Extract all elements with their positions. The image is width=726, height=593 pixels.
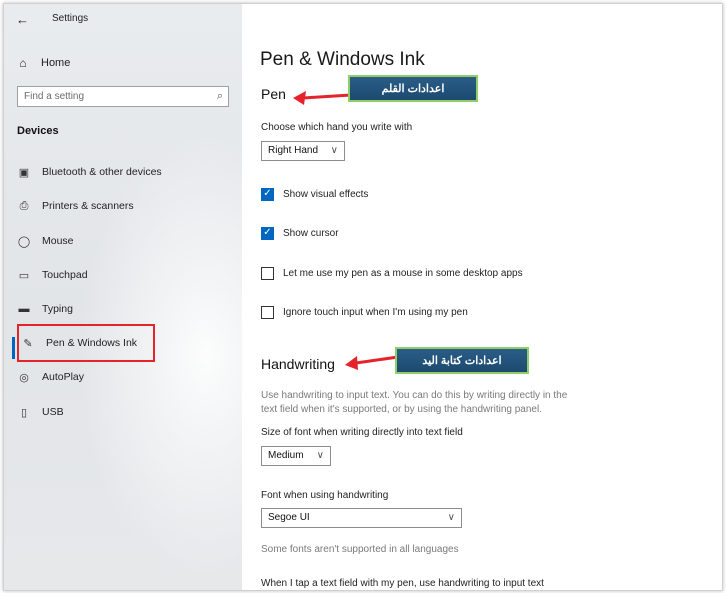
sidebar-item-label: AutoPlay [42,371,85,383]
search-input[interactable]: Find a setting ⌕ [17,86,229,107]
sidebar-item-bluetooth[interactable]: ▣ Bluetooth & other devices [16,161,162,183]
touchpad-icon: ▭ [18,269,30,282]
chevron-down-icon: ∨ [330,145,338,156]
page-title: Pen & Windows Ink [260,49,425,70]
handwriting-arrow-icon [345,355,399,370]
app-title: Settings [52,13,89,24]
settings-window: ← Settings ⌂ Home Find a setting ⌕ Devic… [3,3,723,591]
handwriting-callout: اعدادات كتابة اليد [395,347,529,374]
autoplay-icon: ◎ [19,371,29,384]
ignore-touch-option[interactable]: Ignore touch input when I'm using my pen [261,304,468,320]
printer-icon: ⎙ [19,199,29,212]
hand-dropdown[interactable]: Right Hand ∨ [261,141,345,161]
pen-callout: اعدادات القلم [348,75,478,102]
option-label: Let me use my pen as a mouse in some des… [283,267,523,279]
sidebar: ← Settings ⌂ Home Find a setting ⌕ Devic… [4,4,242,590]
selected-indicator [12,337,15,359]
highlight-box [17,324,155,362]
sidebar-item-label: Touchpad [42,269,88,281]
font-size-label: Size of font when writing directly into … [261,427,463,438]
show-cursor-option[interactable]: ✓ Show cursor [261,225,339,241]
title-bar: ← Settings [4,4,242,34]
font-value: Segoe UI [268,512,310,523]
sidebar-item-label: Typing [42,303,73,315]
show-visual-effects-option[interactable]: ✓ Show visual effects [261,186,368,202]
back-arrow-icon[interactable]: ← [16,12,29,27]
checkbox-unchecked[interactable] [261,305,274,319]
tap-handwriting-label: When I tap a text field with my pen, use… [261,578,544,589]
main-content: Pen & Windows Ink Pen اعدادات القلم Choo… [243,4,722,590]
font-size-value: Medium [268,450,304,461]
bluetooth-devices-icon: ▣ [18,166,30,179]
pen-as-mouse-option[interactable]: Let me use my pen as a mouse in some des… [261,265,523,281]
option-label: Show cursor [283,227,339,239]
sidebar-item-autoplay[interactable]: ◎ AutoPlay [16,366,84,388]
section-title: Devices [17,125,59,137]
font-label: Font when using handwriting [261,490,389,501]
sidebar-item-mouse[interactable]: ◯ Mouse [16,230,74,252]
sidebar-item-label: Mouse [42,235,74,247]
keyboard-icon: ▬ [18,303,30,315]
pen-arrow-icon [293,91,352,105]
pen-heading: Pen [261,86,286,102]
font-size-dropdown[interactable]: Medium ∨ [261,446,331,466]
checkbox-unchecked[interactable] [261,266,274,280]
nav-home[interactable]: ⌂ Home [16,53,70,73]
sidebar-item-typing[interactable]: ▬ Typing [16,298,73,320]
chevron-down-icon: ∨ [447,512,455,523]
search-icon[interactable]: ⌕ [217,87,223,106]
sidebar-item-label: Printers & scanners [42,200,134,212]
sidebar-item-printers[interactable]: ⎙ Printers & scanners [16,195,134,217]
sidebar-item-usb[interactable]: ▯ USB [16,401,64,423]
option-label: Show visual effects [283,188,369,200]
mouse-icon: ◯ [17,235,31,248]
handwriting-desc-line2: text field when it's supported, or by us… [261,404,542,415]
option-label: Ignore touch input when I'm using my pen [283,306,468,318]
hand-value: Right Hand [268,145,319,156]
hand-label: Choose which hand you write with [261,122,413,133]
sidebar-item-touchpad[interactable]: ▭ Touchpad [16,264,88,286]
nav-home-label: Home [41,57,71,69]
search-placeholder: Find a setting [24,91,85,102]
font-note: Some fonts aren't supported in all langu… [261,544,459,555]
font-dropdown[interactable]: Segoe UI ∨ [261,508,462,528]
chevron-down-icon: ∨ [316,450,324,461]
sidebar-item-label: USB [42,406,64,418]
sidebar-item-label: Bluetooth & other devices [42,166,162,178]
handwriting-heading: Handwriting [261,356,335,372]
handwriting-desc-line1: Use handwriting to input text. You can d… [261,390,568,401]
checkbox-checked[interactable]: ✓ [261,226,274,240]
home-icon: ⌂ [19,56,27,70]
checkbox-checked[interactable]: ✓ [261,187,274,201]
usb-icon: ▯ [20,406,28,419]
